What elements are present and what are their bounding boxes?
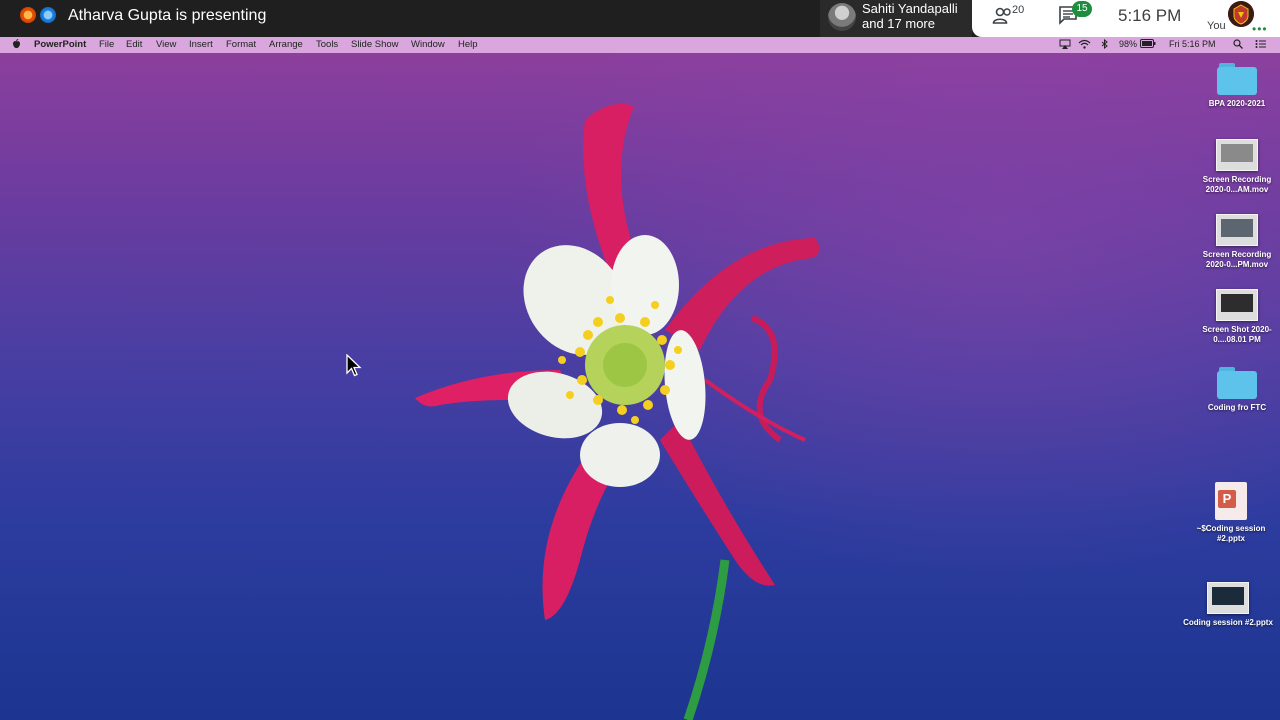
you-avatar[interactable] <box>1228 1 1254 27</box>
participant-more: and 17 more <box>862 16 935 31</box>
powerpoint-file-icon: P <box>1215 482 1247 520</box>
participant-name: Sahiti Yandapalli <box>862 1 958 16</box>
video-file-icon <box>1216 214 1258 246</box>
desktop[interactable]: BPA 2020-2021 Screen Recording 2020-0...… <box>0 53 1280 720</box>
chat-badge: 15 <box>1072 1 1092 17</box>
menu-help[interactable]: Help <box>458 39 478 50</box>
participant-tile[interactable]: Sahiti Yandapalli and 17 more <box>820 0 972 37</box>
desktop-item-label: Screen Recording 2020-0...AM.mov <box>1202 175 1272 194</box>
more-options-icon[interactable]: ••• <box>1252 22 1268 36</box>
apple-icon[interactable] <box>12 39 21 52</box>
menu-window[interactable]: Window <box>411 39 445 50</box>
menu-file[interactable]: File <box>99 39 114 50</box>
folder-icon <box>1217 63 1257 95</box>
mouse-cursor-icon <box>346 354 362 377</box>
people-icon[interactable] <box>992 6 1014 31</box>
mac-menu-bar: PowerPoint File Edit View Insert Format … <box>0 37 1280 53</box>
desktop-item-label: Screen Recording 2020-0...PM.mov <box>1202 250 1272 269</box>
folder-icon <box>1217 367 1257 399</box>
menu-insert[interactable]: Insert <box>189 39 213 50</box>
notification-center-icon[interactable] <box>1255 39 1267 51</box>
bluetooth-icon[interactable] <box>1100 38 1109 51</box>
desktop-item-label: Coding session #2.pptx <box>1183 618 1273 627</box>
desktop-item-label: Coding fro FTC <box>1207 403 1267 412</box>
battery-icon[interactable] <box>1140 39 1156 50</box>
meet-clock: 5:16 PM <box>1118 6 1182 25</box>
image-file-icon <box>1216 289 1258 321</box>
pptx-thumbnail-icon <box>1207 582 1249 614</box>
participants-count: 20 <box>1012 4 1025 16</box>
menu-arrange[interactable]: Arrange <box>269 39 303 50</box>
desktop-item-temp-pptx[interactable]: P ~$Coding session #2.pptx <box>1186 482 1276 544</box>
spotlight-icon[interactable] <box>1233 39 1243 51</box>
menu-edit[interactable]: Edit <box>126 39 142 50</box>
meet-top-bar: Atharva Gupta is presenting Sahiti Yanda… <box>0 0 1280 37</box>
menu-slide-show[interactable]: Slide Show <box>351 39 399 50</box>
presenting-label: Atharva Gupta is presenting <box>68 7 267 24</box>
menu-clock[interactable]: Fri 5:16 PM <box>1169 39 1216 49</box>
video-file-icon <box>1216 139 1258 171</box>
participant-avatar <box>828 3 856 31</box>
desktop-item-screenshot[interactable]: Screen Shot 2020-0....08.01 PM <box>1192 289 1280 345</box>
you-label: You <box>1207 20 1226 32</box>
menu-app-name[interactable]: PowerPoint <box>34 39 86 50</box>
desktop-item-recording-am[interactable]: Screen Recording 2020-0...AM.mov <box>1192 139 1280 195</box>
airplay-icon[interactable] <box>1059 39 1071 51</box>
desktop-item-bpa-folder[interactable]: BPA 2020-2021 <box>1192 63 1280 109</box>
desktop-item-coding-pptx[interactable]: Coding session #2.pptx <box>1183 582 1273 628</box>
chrome-icon <box>40 7 56 23</box>
wallpaper-flower <box>415 103 820 720</box>
meet-left-icons <box>20 7 56 23</box>
battery-percent: 98% <box>1119 39 1138 49</box>
wifi-icon[interactable] <box>1078 39 1091 51</box>
menu-tools[interactable]: Tools <box>316 39 338 50</box>
desktop-item-label: Screen Shot 2020-0....08.01 PM <box>1202 325 1272 344</box>
desktop-item-recording-pm[interactable]: Screen Recording 2020-0...PM.mov <box>1192 214 1280 270</box>
desktop-item-coding-ftc-folder[interactable]: Coding fro FTC <box>1192 367 1280 413</box>
participant-tile-text: Sahiti Yandapalli and 17 more <box>862 1 958 31</box>
menu-format[interactable]: Format <box>226 39 256 50</box>
menu-view[interactable]: View <box>156 39 176 50</box>
desktop-item-label: ~$Coding session #2.pptx <box>1196 524 1266 543</box>
meet-controls-panel: 20 15 5:16 PM You ••• <box>972 0 1280 37</box>
meet-app-icon <box>20 7 36 23</box>
desktop-item-label: BPA 2020-2021 <box>1208 99 1266 108</box>
